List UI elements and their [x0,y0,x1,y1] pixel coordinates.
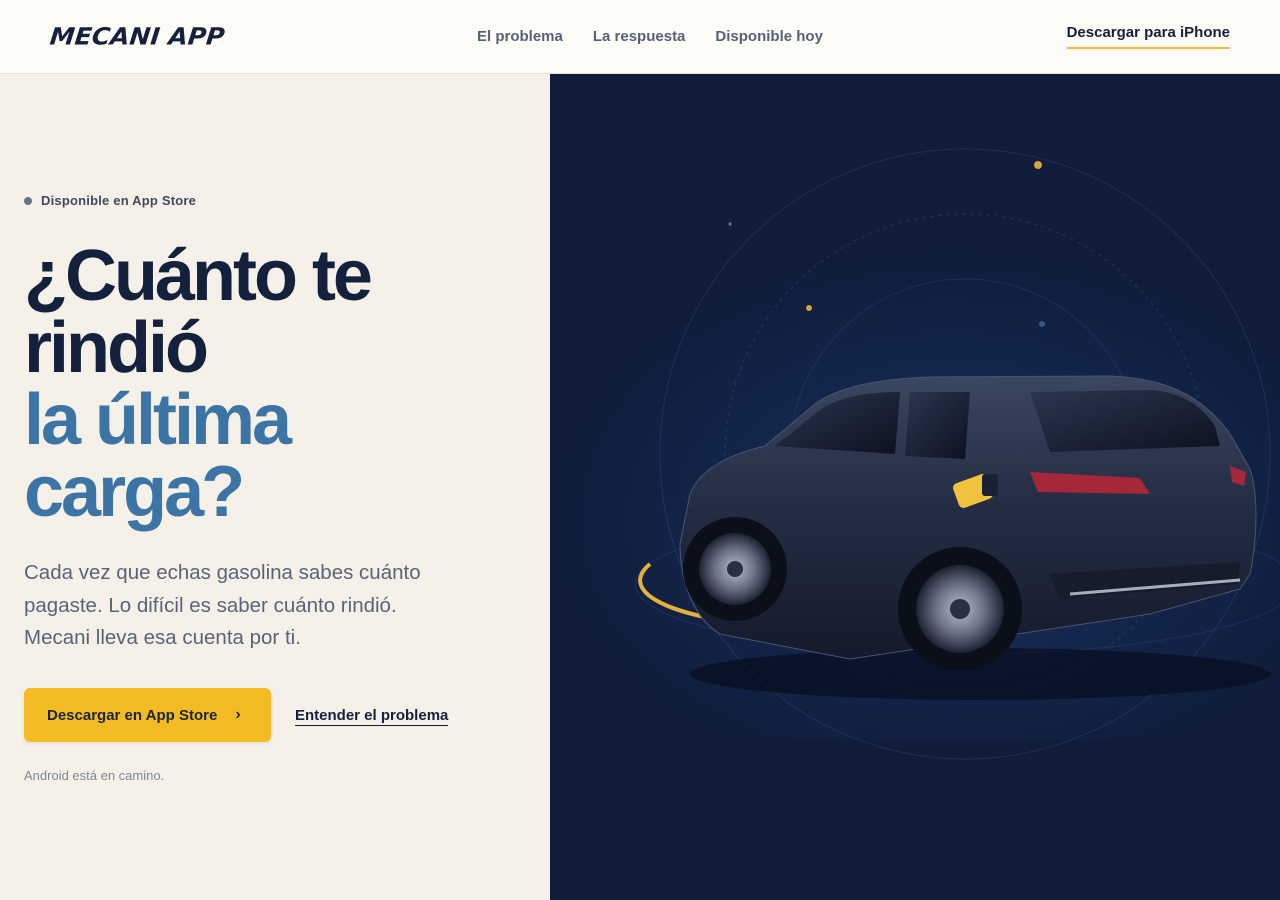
hero-image-panel [550,74,1280,900]
main-nav: El problema La respuesta Disponible hoy [477,28,823,45]
download-iphone-link[interactable]: Descargar para iPhone [1066,24,1230,49]
spark-dot [1039,321,1045,327]
spark-dot [1034,161,1042,169]
download-app-store-button[interactable]: Descargar en App Store › [24,688,271,742]
top-navigation-bar: MECANI APP El problema La respuesta Disp… [0,0,1280,74]
chevron-right-icon: › [235,706,241,723]
nav-link-la-respuesta[interactable]: La respuesta [593,28,686,45]
hero-description: Cada vez que echas gasolina sabes cuánto… [24,561,421,649]
nav-link-disponible-hoy[interactable]: Disponible hoy [715,28,823,45]
nav-link-el-problema[interactable]: El problema [477,28,563,45]
download-button-label: Descargar en App Store [47,706,218,724]
availability-badge: Disponible en App Store [24,193,196,208]
headline-line-2: la última carga? [24,380,292,532]
android-note: Android está en camino. [24,768,165,783]
hero-headline: ¿Cuánto te rindió la última carga? [24,240,504,528]
spark-dot [806,305,812,311]
hero-text-panel: Disponible en App Store ¿Cuánto te rindi… [0,74,550,900]
availability-text: Disponible en App Store [41,193,197,208]
spark-dot [728,222,732,226]
headline-line-1: ¿Cuánto te rindió [24,236,373,388]
brand-logo[interactable]: MECANI APP [49,23,226,51]
understand-problem-link[interactable]: Entender el problema [295,707,449,726]
car-charging-illustration [550,148,1280,760]
status-dot-icon [24,196,32,205]
